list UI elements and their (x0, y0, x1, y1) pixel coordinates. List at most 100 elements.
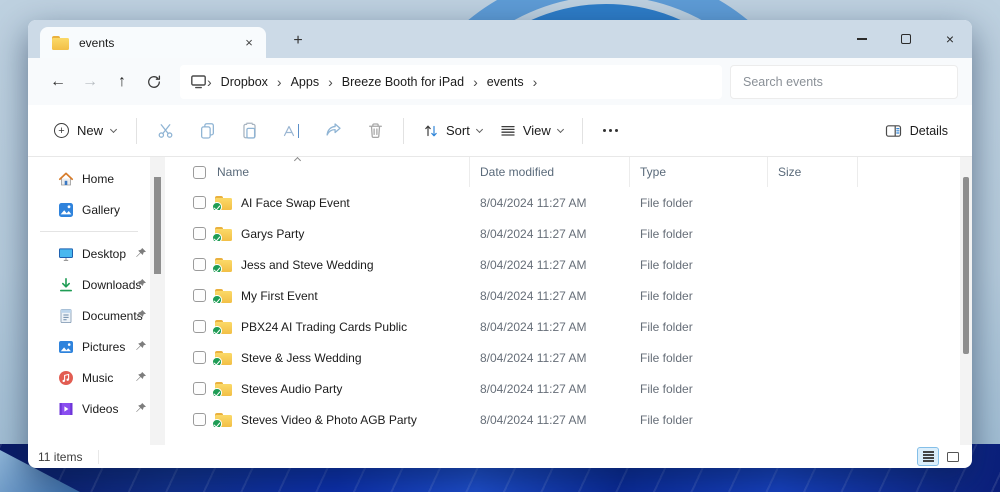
maximize-icon (901, 34, 911, 44)
breadcrumb-item-apps[interactable]: Apps (282, 75, 329, 89)
search-box (730, 65, 958, 99)
tab-close-icon[interactable]: × (238, 32, 260, 54)
back-button[interactable]: ← (42, 66, 74, 98)
table-row[interactable]: AI Face Swap Event 8/04/2024 11:27 AM Fi… (165, 187, 960, 218)
view-toggles (917, 447, 964, 466)
close-icon: × (946, 32, 954, 46)
file-list: Name Date modified Type Size (165, 157, 960, 445)
table-row[interactable]: Steves Video & Photo AGB Party 8/04/2024… (165, 404, 960, 435)
breadcrumb-item-dropbox[interactable]: Dropbox (212, 75, 277, 89)
details-view-button[interactable] (917, 447, 939, 466)
window-controls: × (840, 20, 972, 58)
pin-icon (135, 402, 147, 414)
sidebar-item-desktop[interactable]: Desktop (28, 238, 150, 269)
synced-folder-icon (215, 413, 232, 427)
details-pane-label: Details (910, 124, 948, 138)
main-area: Home Gallery Desktop (28, 157, 972, 445)
sidebar-item-videos[interactable]: Videos (28, 393, 150, 424)
sidebar-item-label: Desktop (82, 247, 126, 261)
sidebar-item-gallery[interactable]: Gallery (28, 194, 150, 225)
chevron-down-icon (557, 125, 564, 132)
details-pane-button[interactable]: Details (877, 114, 956, 148)
view-button[interactable]: View (491, 114, 572, 148)
column-header-date-modified[interactable]: Date modified (470, 157, 630, 187)
pictures-icon (58, 339, 74, 355)
sort-button[interactable]: Sort (414, 114, 491, 148)
maximize-button[interactable] (884, 20, 928, 58)
table-row[interactable]: Jess and Steve Wedding 8/04/2024 11:27 A… (165, 249, 960, 280)
row-checkbox[interactable] (193, 413, 206, 426)
sidebar-item-label: Downloads (82, 278, 141, 292)
close-button[interactable]: × (928, 20, 972, 58)
copy-button[interactable] (189, 114, 225, 148)
tab-bar: events × + × (28, 20, 972, 58)
list-scrollbar[interactable] (960, 157, 972, 445)
list-scrollbar-thumb[interactable] (963, 177, 969, 354)
file-type: File folder (630, 258, 768, 272)
sort-button-label: Sort (446, 123, 470, 138)
new-tab-button[interactable]: + (286, 29, 310, 53)
delete-button[interactable] (357, 114, 393, 148)
row-checkbox[interactable] (193, 351, 206, 364)
sidebar-item-label: Documents (82, 309, 143, 323)
sidebar-scrollbar-thumb[interactable] (154, 177, 161, 274)
command-toolbar: + New (28, 105, 972, 157)
this-pc-icon[interactable] (190, 74, 207, 89)
file-date: 8/04/2024 11:27 AM (470, 320, 630, 334)
table-row[interactable]: Garys Party 8/04/2024 11:27 AM File fold… (165, 218, 960, 249)
refresh-button[interactable] (138, 66, 170, 98)
row-checkbox[interactable] (193, 320, 206, 333)
pin-icon (135, 340, 147, 352)
column-label: Type (640, 165, 666, 179)
file-name: Steves Audio Party (241, 382, 342, 396)
sidebar-item-music[interactable]: Music (28, 362, 150, 393)
minimize-button[interactable] (840, 20, 884, 58)
column-headers: Name Date modified Type Size (165, 157, 960, 187)
gallery-icon (58, 202, 74, 218)
synced-folder-icon (215, 382, 232, 396)
explorer-tab[interactable]: events × (40, 27, 266, 58)
status-bar: 11 items (28, 445, 972, 468)
select-all-checkbox[interactable] (193, 166, 206, 179)
file-name: Jess and Steve Wedding (241, 258, 374, 272)
toolbar-divider (136, 118, 137, 144)
row-checkbox[interactable] (193, 289, 206, 302)
row-checkbox[interactable] (193, 227, 206, 240)
more-options-button[interactable] (593, 129, 628, 132)
table-row[interactable]: PBX24 AI Trading Cards Public 8/04/2024 … (165, 311, 960, 342)
paste-button[interactable] (231, 114, 267, 148)
sidebar-scrollbar[interactable] (150, 157, 165, 445)
column-header-type[interactable]: Type (630, 157, 768, 187)
cut-button[interactable] (147, 114, 183, 148)
sidebar-item-downloads[interactable]: Downloads (28, 269, 150, 300)
table-row[interactable]: Steve & Jess Wedding 8/04/2024 11:27 AM … (165, 342, 960, 373)
forward-button[interactable]: → (74, 66, 106, 98)
sidebar-item-documents[interactable]: Documents (28, 300, 150, 331)
thumbnail-view-button[interactable] (942, 447, 964, 466)
up-button[interactable]: ↑ (106, 66, 138, 98)
sidebar-item-home[interactable]: Home (28, 163, 150, 194)
file-name: Steve & Jess Wedding (241, 351, 362, 365)
share-button[interactable] (315, 114, 351, 148)
table-row[interactable]: Steves Audio Party 8/04/2024 11:27 AM Fi… (165, 373, 960, 404)
breadcrumb-item-breeze-booth[interactable]: Breeze Booth for iPad (333, 75, 473, 89)
synced-folder-icon (215, 196, 232, 210)
row-checkbox[interactable] (193, 258, 206, 271)
file-date: 8/04/2024 11:27 AM (470, 289, 630, 303)
column-label: Date modified (480, 165, 554, 179)
breadcrumb-item-events[interactable]: events (478, 75, 533, 89)
sidebar-item-label: Gallery (82, 203, 120, 217)
rename-button[interactable] (273, 114, 309, 148)
search-input[interactable] (743, 75, 945, 89)
column-header-size[interactable]: Size (768, 157, 858, 187)
file-date: 8/04/2024 11:27 AM (470, 196, 630, 210)
column-header-name[interactable]: Name (165, 157, 470, 187)
sidebar-item-pictures[interactable]: Pictures (28, 331, 150, 362)
table-row[interactable]: My First Event 8/04/2024 11:27 AM File f… (165, 280, 960, 311)
breadcrumb-separator: › (533, 74, 538, 90)
file-name: AI Face Swap Event (241, 196, 350, 210)
new-button[interactable]: + New (44, 114, 126, 148)
row-checkbox[interactable] (193, 382, 206, 395)
view-button-label: View (523, 123, 551, 138)
row-checkbox[interactable] (193, 196, 206, 209)
